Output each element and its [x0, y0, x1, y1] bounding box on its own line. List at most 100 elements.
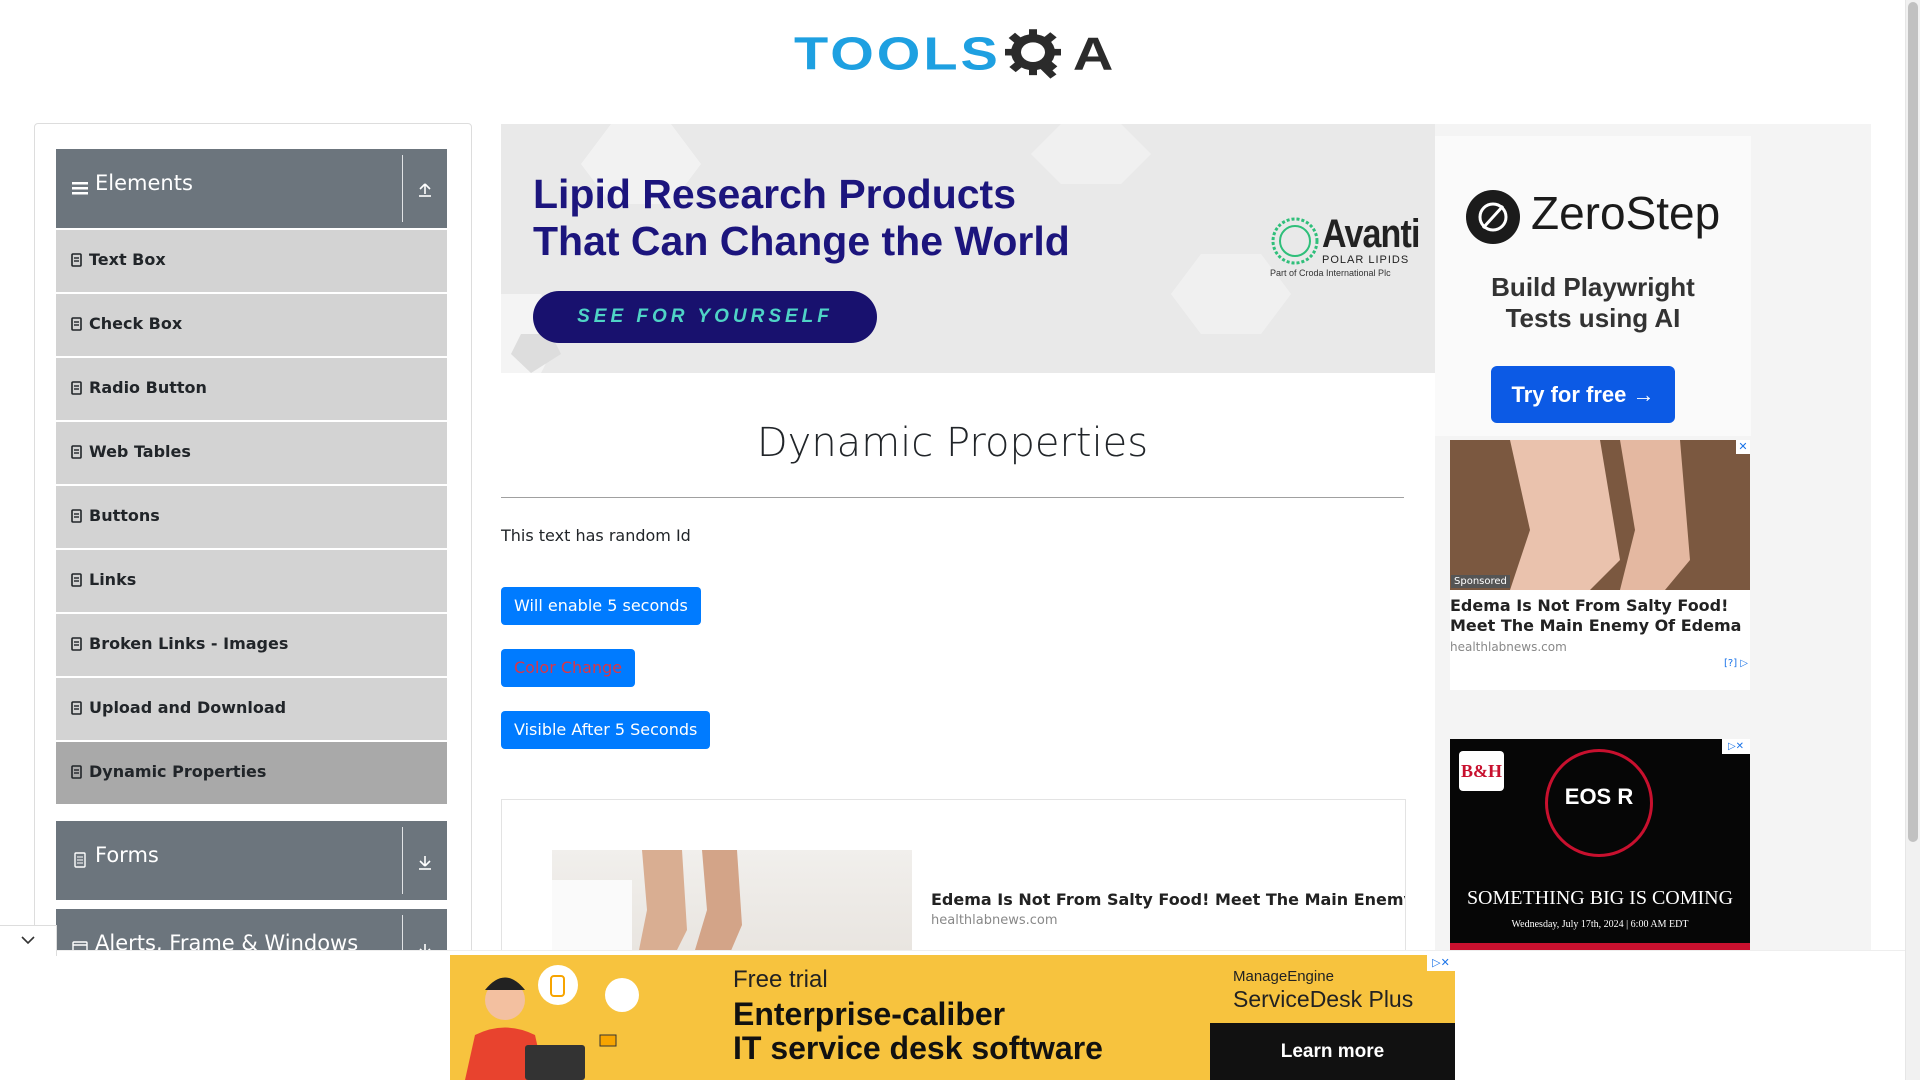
document-icon [71, 253, 82, 267]
sidebar-item-label: Radio Button [89, 378, 207, 397]
sponsored-label: Sponsored [1451, 575, 1510, 588]
group-title-forms: Forms [95, 843, 159, 867]
learn-more-button[interactable]: Learn more [1210, 1023, 1455, 1080]
chevron-down-icon [21, 936, 35, 945]
ad-image [552, 850, 912, 960]
avanti-brand: Avanti [1322, 212, 1420, 256]
see-for-yourself-button[interactable]: SEE FOR YOURSELF [533, 291, 877, 343]
visible-after-button[interactable]: Visible After 5 Seconds [501, 711, 711, 749]
group-divider [402, 827, 403, 894]
sidebar-item-web-tables[interactable]: Web Tables [56, 422, 447, 484]
zerostep-logo-icon [1466, 190, 1520, 244]
sidebar-item-radio-button[interactable]: Radio Button [56, 358, 447, 420]
adchoices-icon[interactable]: [?] ▷ [1724, 658, 1748, 669]
zerostep-tagline: Build Playwright Tests using AI [1435, 272, 1751, 334]
group-header-elements[interactable]: Elements [56, 149, 447, 228]
sidebar-item-label: Dynamic Properties [89, 762, 267, 781]
feet-image [1450, 440, 1750, 590]
group-title-elements: Elements [95, 171, 193, 195]
sidebar-item-label: Buttons [89, 506, 160, 525]
sidebar-item-label: Text Box [89, 250, 166, 269]
feet-image [552, 850, 742, 960]
document-icon [71, 445, 82, 459]
try-for-free-button[interactable]: Try for free → [1491, 366, 1675, 423]
close-ad-icon[interactable]: ▷✕ [1427, 955, 1455, 971]
logo-text-a: A [1072, 27, 1114, 79]
expand-down-icon[interactable] [416, 851, 434, 871]
ad-domain: healthlabnews.com [931, 913, 1058, 928]
page-scrollbar[interactable] [1905, 0, 1920, 1080]
ad-headline-line1: Lipid Research Products [533, 171, 1017, 217]
color-change-button[interactable]: Color Change [501, 649, 636, 687]
avanti-ring-icon [1271, 217, 1319, 265]
sidebar-item-check-box[interactable]: Check Box [56, 294, 447, 356]
document-icon [71, 317, 82, 331]
left-panel: Elements Text Box Check Box Radio Button… [34, 123, 472, 965]
avanti-logo: Avanti POLAR LIPIDS Part of Croda Intern… [1270, 212, 1430, 286]
sidebar-item-upload-download[interactable]: Upload and Download [56, 678, 447, 740]
bottom-ad-headline: Enterprise-caliber IT service desk softw… [733, 997, 1103, 1065]
ad-headline: Edema Is Not From Salty Food! Meet The M… [1450, 596, 1742, 635]
top-banner-ad[interactable]: Lipid Research Products That Can Change … [501, 124, 1435, 373]
document-icon [71, 701, 82, 715]
sidebar-item-dynamic-properties[interactable]: Dynamic Properties [56, 742, 447, 804]
headline-line2: IT service desk software [733, 1030, 1103, 1066]
bh-logo: B&H [1459, 751, 1504, 791]
toolsqa-logo[interactable]: TOOLS A [794, 14, 1116, 92]
zerostep-name: ZeroStep [1531, 187, 1721, 239]
support-agent-illustration [465, 965, 639, 1080]
sidebar-item-label: Upload and Download [89, 698, 287, 717]
sidebar-item-label: Links [89, 570, 137, 589]
bh-date: Wednesday, July 17th, 2024 | 6:00 AM EDT [1511, 919, 1689, 930]
edema-ad[interactable]: Sponsored ✕ Edema Is Not From Salty Food… [1450, 440, 1750, 690]
logo-text-qa: A [1001, 26, 1113, 80]
sidebar-item-broken-links[interactable]: Broken Links - Images [56, 614, 447, 676]
list-icon [72, 182, 88, 195]
page-title: Dynamic Properties [756, 420, 1149, 466]
sidebar-item-text-box[interactable]: Text Box [56, 230, 447, 292]
adchoices-label: [?] [1724, 658, 1738, 669]
servicedesk-product: ServiceDesk Plus [1233, 986, 1414, 1012]
avanti-part: Part of Croda International Plc [1270, 268, 1391, 278]
collapse-ad-button[interactable] [0, 925, 57, 956]
close-ad-icon[interactable]: ▷✕ [1722, 739, 1750, 754]
ad-domain: healthlabnews.com [1450, 640, 1567, 654]
tagline-line2: Tests using AI [1505, 303, 1681, 333]
title-divider [501, 497, 1404, 498]
sidebar-item-label: Broken Links - Images [89, 634, 289, 653]
sidebar-item-buttons[interactable]: Buttons [56, 486, 447, 548]
free-trial-label: Free trial [733, 966, 828, 993]
ad-headline: Edema Is Not From Salty Food! Meet The M… [931, 890, 1405, 909]
document-icon [71, 573, 82, 587]
bh-red-bar [1450, 943, 1750, 950]
logo-text-tools: TOOLS [794, 27, 1001, 79]
ad-headline-line2: That Can Change the World [533, 218, 1070, 264]
bottom-banner-ad[interactable]: Free trial Enterprise-caliber IT service… [450, 955, 1455, 1080]
document-icon [71, 381, 82, 395]
zero-slash-icon [1478, 202, 1508, 232]
bh-eos-ad[interactable]: B&H EOS R SOMETHING BIG IS COMING Wednes… [1450, 739, 1750, 950]
document-icon [71, 637, 82, 651]
group-divider [402, 155, 403, 222]
close-ad-icon[interactable]: ✕ [1736, 440, 1750, 454]
enable-after-button[interactable]: Will enable 5 seconds [501, 587, 701, 625]
sidebar-item-label: Web Tables [89, 442, 191, 461]
document-icon [71, 509, 82, 523]
group-header-forms[interactable]: Forms [56, 821, 447, 900]
eos-label: EOS R [1564, 784, 1634, 809]
inline-native-ad[interactable]: Edema Is Not From Salty Food! Meet The M… [501, 799, 1406, 960]
sidebar-item-label: Check Box [89, 314, 183, 333]
form-icon [74, 852, 86, 868]
zerostep-ad[interactable]: ZeroStep Build Playwright Tests using AI… [1435, 136, 1751, 436]
manageengine-brand: ManageEngine [1233, 968, 1334, 985]
bh-headline: SOMETHING BIG IS COMING [1466, 887, 1734, 909]
tagline-line1: Build Playwright [1491, 272, 1695, 302]
random-id-text: This text has random Id [501, 526, 691, 545]
headline-line1: Enterprise-caliber [733, 996, 1006, 1032]
avanti-sub: POLAR LIPIDS [1322, 254, 1410, 266]
sidebar-item-links[interactable]: Links [56, 550, 447, 612]
right-ad-column: ZeroStep Build Playwright Tests using AI… [1435, 124, 1871, 950]
scrollbar-thumb[interactable] [1908, 2, 1918, 842]
collapse-up-icon[interactable] [416, 179, 434, 199]
ad-headline: Lipid Research Products That Can Change … [533, 171, 1070, 265]
